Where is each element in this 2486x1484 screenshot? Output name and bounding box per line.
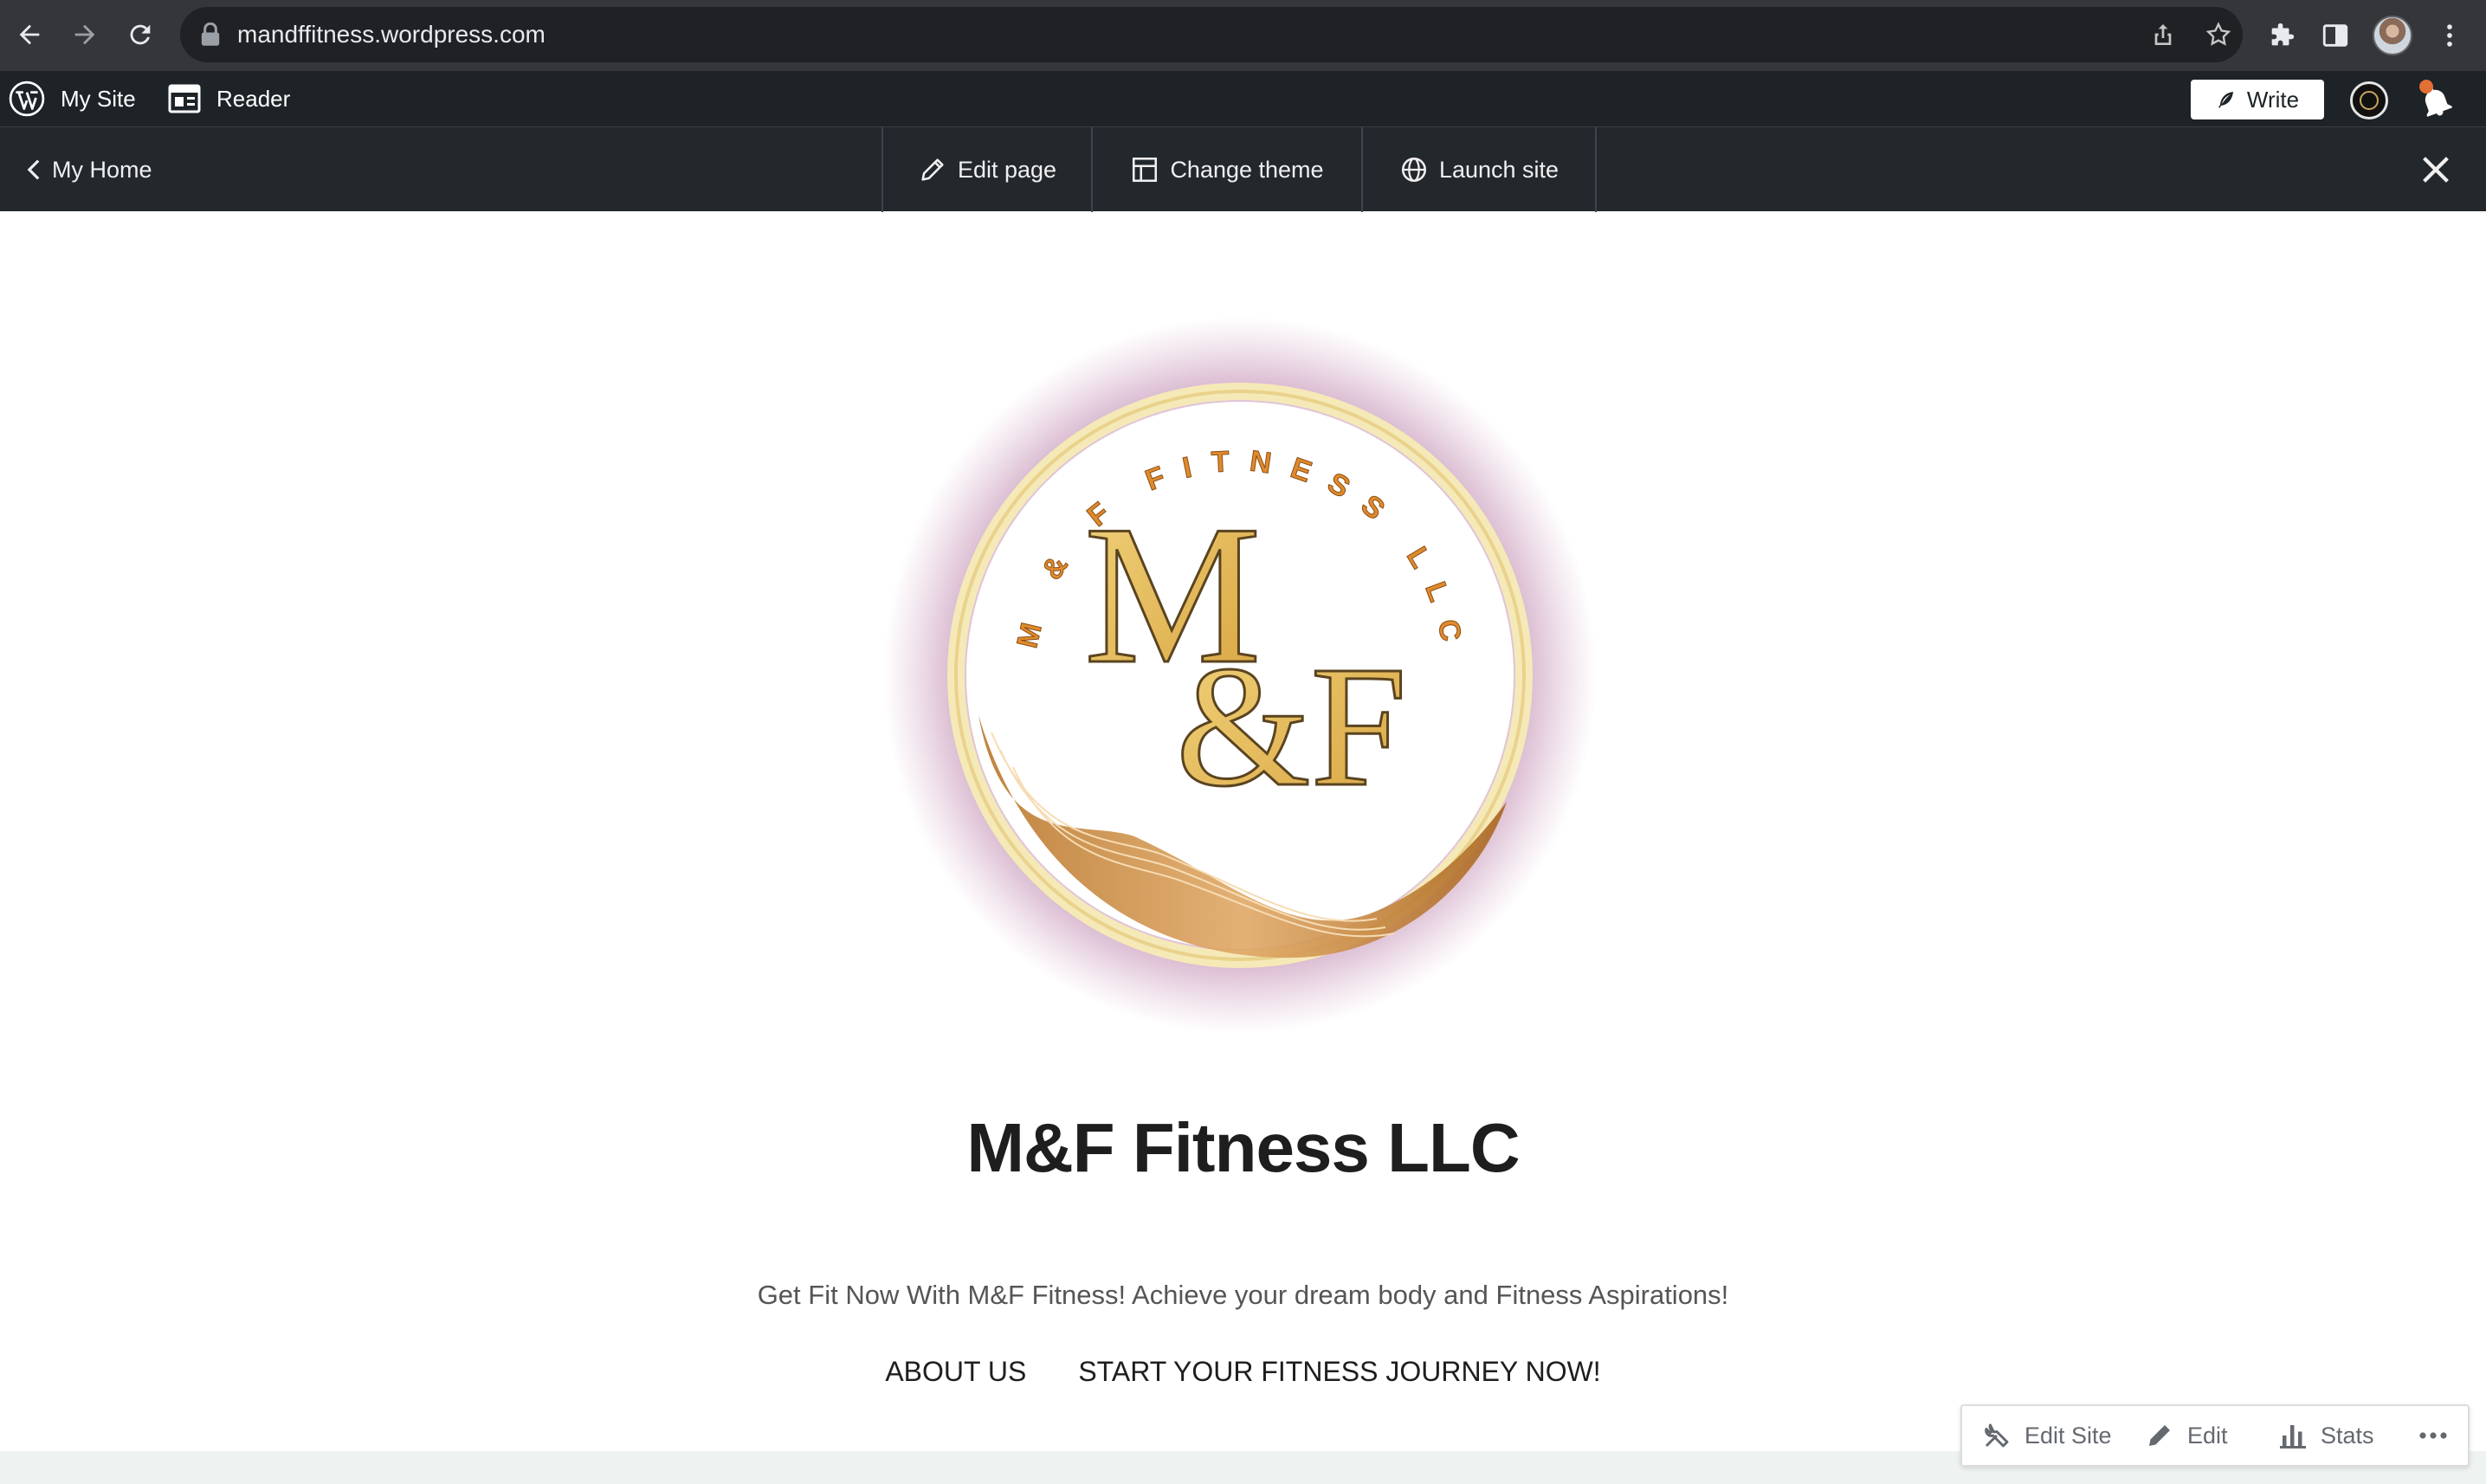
pencil-icon bbox=[921, 158, 944, 181]
browser-toolbar: mandffitness.wordpress.com bbox=[0, 0, 2486, 71]
toolbar-divider bbox=[1595, 127, 1597, 212]
reader-link[interactable]: Reader bbox=[168, 71, 290, 126]
edit-label: Edit bbox=[2187, 1422, 2228, 1449]
layout-icon bbox=[1133, 157, 1158, 183]
write-label: Write bbox=[2246, 86, 2300, 113]
wp-admin-bar: My Site Reader Write bbox=[0, 71, 2486, 126]
my-home-label: My Home bbox=[52, 156, 152, 183]
reader-icon bbox=[168, 84, 201, 113]
change-theme-label: Change theme bbox=[1170, 156, 1324, 183]
edit-button[interactable]: Edit bbox=[2144, 1406, 2228, 1465]
edit-site-label: Edit Site bbox=[2024, 1422, 2112, 1449]
kebab-menu-icon[interactable] bbox=[2430, 16, 2470, 55]
notification-dot bbox=[2419, 80, 2433, 94]
forward-arrow-icon[interactable] bbox=[62, 12, 107, 57]
site-toolbar: My Home Edit page Change theme Launch si… bbox=[0, 126, 2486, 212]
logo-monogram-amp-f: &F bbox=[1176, 631, 1407, 823]
bar-chart-icon bbox=[2280, 1425, 2306, 1449]
tools-icon bbox=[1985, 1423, 2009, 1448]
stats-button[interactable]: Stats bbox=[2277, 1406, 2374, 1465]
wordpress-logo-icon bbox=[9, 81, 45, 117]
site-tagline: Get Fit Now With M&F Fitness! Achieve yo… bbox=[757, 1280, 1729, 1310]
share-icon[interactable] bbox=[2146, 17, 2180, 52]
ellipsis-icon bbox=[2419, 1432, 2447, 1439]
feather-pen-icon bbox=[2218, 92, 2233, 108]
launch-site-label: Launch site bbox=[1438, 156, 1559, 183]
my-site-link[interactable]: My Site bbox=[9, 71, 136, 126]
address-bar[interactable]: mandffitness.wordpress.com bbox=[180, 7, 2243, 62]
site-title[interactable]: M&F Fitness LLC bbox=[0, 1108, 2486, 1188]
launch-site-button[interactable]: Launch site bbox=[1361, 127, 1595, 212]
extensions-icon[interactable] bbox=[2262, 16, 2302, 55]
lock-icon bbox=[201, 23, 220, 46]
user-avatar[interactable] bbox=[2350, 81, 2388, 119]
stats-label: Stats bbox=[2321, 1422, 2374, 1449]
edit-page-label: Edit page bbox=[957, 156, 1057, 183]
nav-link-start-journey[interactable]: START YOUR FITNESS JOURNEY NOW! bbox=[1078, 1356, 1600, 1388]
back-arrow-icon[interactable] bbox=[7, 12, 52, 57]
bookmark-star-icon[interactable] bbox=[2201, 17, 2236, 52]
write-button[interactable]: Write bbox=[2191, 80, 2324, 119]
my-site-label: My Site bbox=[61, 85, 136, 112]
edit-site-button[interactable]: Edit Site bbox=[1981, 1406, 2112, 1465]
site-logo[interactable]: M & F FITNESS LLC M &F bbox=[883, 317, 1597, 1034]
edit-page-button[interactable]: Edit page bbox=[881, 127, 1091, 212]
nav-link-about-us[interactable]: ABOUT US bbox=[885, 1356, 1026, 1388]
profile-avatar[interactable] bbox=[2373, 16, 2412, 55]
reload-icon[interactable] bbox=[118, 12, 163, 57]
side-panel-icon[interactable] bbox=[2315, 16, 2355, 55]
reader-label: Reader bbox=[216, 85, 291, 112]
floating-action-bar: Edit Site Edit Stats bbox=[1960, 1404, 2470, 1467]
change-theme-button[interactable]: Change theme bbox=[1091, 127, 1361, 212]
site-logo-image: M & F FITNESS LLC M &F bbox=[883, 317, 1597, 1034]
close-icon[interactable] bbox=[2416, 150, 2456, 190]
chevron-left-icon bbox=[27, 159, 40, 180]
pencil-icon bbox=[2149, 1425, 2170, 1446]
more-options-button[interactable] bbox=[2418, 1406, 2461, 1465]
my-home-back-link[interactable]: My Home bbox=[24, 127, 152, 212]
url-text: mandffitness.wordpress.com bbox=[237, 21, 546, 48]
primary-navigation: ABOUT US START YOUR FITNESS JOURNEY NOW! bbox=[0, 1356, 2486, 1388]
globe-icon bbox=[1401, 157, 1426, 183]
